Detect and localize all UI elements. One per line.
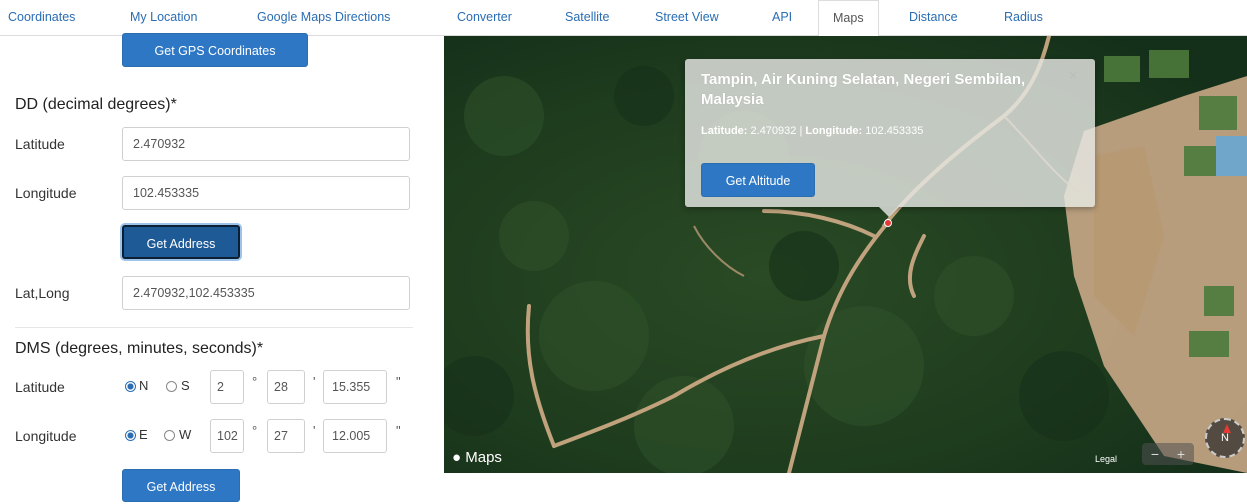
popup-separator: | <box>799 125 803 137</box>
tab-converter[interactable]: Converter <box>457 0 512 36</box>
tab-distance[interactable]: Distance <box>909 0 958 36</box>
tab-coordinates[interactable]: Coordinates <box>8 0 75 36</box>
zoom-control: − + <box>1142 443 1194 465</box>
radio-east[interactable] <box>125 430 136 441</box>
radio-south[interactable] <box>166 381 177 392</box>
latlong-label: Lat,Long <box>15 285 70 301</box>
location-marker-icon[interactable] <box>884 219 892 227</box>
popup-latitude-value: 2.470932 <box>750 125 797 137</box>
dms-lat-degrees-input[interactable]: 2 <box>210 370 244 404</box>
dd-heading: DD (decimal degrees)* <box>15 96 177 113</box>
zoom-in-button[interactable]: + <box>1168 443 1194 465</box>
degree-symbol: ° <box>252 374 258 389</box>
tab-api[interactable]: API <box>772 0 792 36</box>
dms-lon-minutes-input[interactable]: 27 <box>267 419 305 453</box>
get-address-button[interactable]: Get Address <box>122 225 240 259</box>
location-popup: Tampin, Air Kuning Selatan, Negeri Sembi… <box>685 59 1095 217</box>
compass-icon[interactable]: N <box>1205 418 1245 458</box>
dms-lon-seconds-input[interactable]: 12.005 <box>323 419 387 453</box>
second-symbol: " <box>396 374 401 389</box>
popup-address-title: Tampin, Air Kuning Selatan, Negeri Sembi… <box>701 71 1026 108</box>
latlong-input[interactable]: 2.470932,102.453335 <box>122 276 410 310</box>
popup-latitude-label: Latitude: <box>701 125 748 137</box>
tab-maps[interactable]: Maps <box>818 0 879 37</box>
tab-google-maps-directions[interactable]: Google Maps Directions <box>257 0 390 36</box>
section-divider <box>15 327 413 328</box>
longitude-label: Longitude <box>15 185 77 201</box>
latitude-label: Latitude <box>15 136 65 152</box>
longitude-input[interactable]: 102.453335 <box>122 176 410 210</box>
popup-longitude-label: Longitude: <box>805 125 863 137</box>
minute-symbol: ' <box>313 374 316 389</box>
second-symbol: " <box>396 423 401 438</box>
popup-coordinates: Latitude: 2.470932 | Longitude: 102.4533… <box>701 125 923 137</box>
degree-symbol: ° <box>252 423 258 438</box>
radio-north-label: N <box>139 378 149 393</box>
get-altitude-button[interactable]: Get Altitude <box>701 163 815 197</box>
apple-maps-logo: ● Maps <box>452 449 502 466</box>
dms-lon-degrees-input[interactable]: 102 <box>210 419 244 453</box>
tab-satellite[interactable]: Satellite <box>565 0 609 36</box>
tab-my-location[interactable]: My Location <box>130 0 197 36</box>
dms-lat-minutes-input[interactable]: 28 <box>267 370 305 404</box>
get-gps-coordinates-button[interactable]: Get GPS Coordinates <box>122 33 308 67</box>
popup-longitude-value: 102.453335 <box>865 125 924 137</box>
latitude-input[interactable]: 2.470932 <box>122 127 410 161</box>
radio-west[interactable] <box>164 430 175 441</box>
compass-needle-icon <box>1223 424 1231 433</box>
compass-north-label: N <box>1221 432 1229 444</box>
top-navigation: Coordinates My Location Google Maps Dire… <box>0 0 1247 37</box>
zoom-out-button[interactable]: − <box>1142 443 1168 465</box>
tab-street-view[interactable]: Street View <box>655 0 719 36</box>
legal-link[interactable]: Legal <box>1095 454 1117 464</box>
maps-logo-text: Maps <box>465 449 502 466</box>
radio-east-label: E <box>139 427 148 442</box>
radio-north[interactable] <box>125 381 136 392</box>
apple-logo-icon: ● <box>452 449 462 466</box>
tab-radius[interactable]: Radius <box>1004 0 1043 36</box>
dms-latitude-label: Latitude <box>15 379 65 395</box>
minute-symbol: ' <box>313 423 316 438</box>
dms-heading: DMS (degrees, minutes, seconds)* <box>15 340 264 357</box>
dms-get-address-button[interactable]: Get Address <box>122 469 240 502</box>
dms-longitude-label: Longitude <box>15 428 77 444</box>
radio-south-label: S <box>181 378 190 393</box>
close-icon[interactable]: × <box>1069 67 1077 83</box>
dms-lat-seconds-input[interactable]: 15.355 <box>323 370 387 404</box>
radio-west-label: W <box>179 427 192 442</box>
